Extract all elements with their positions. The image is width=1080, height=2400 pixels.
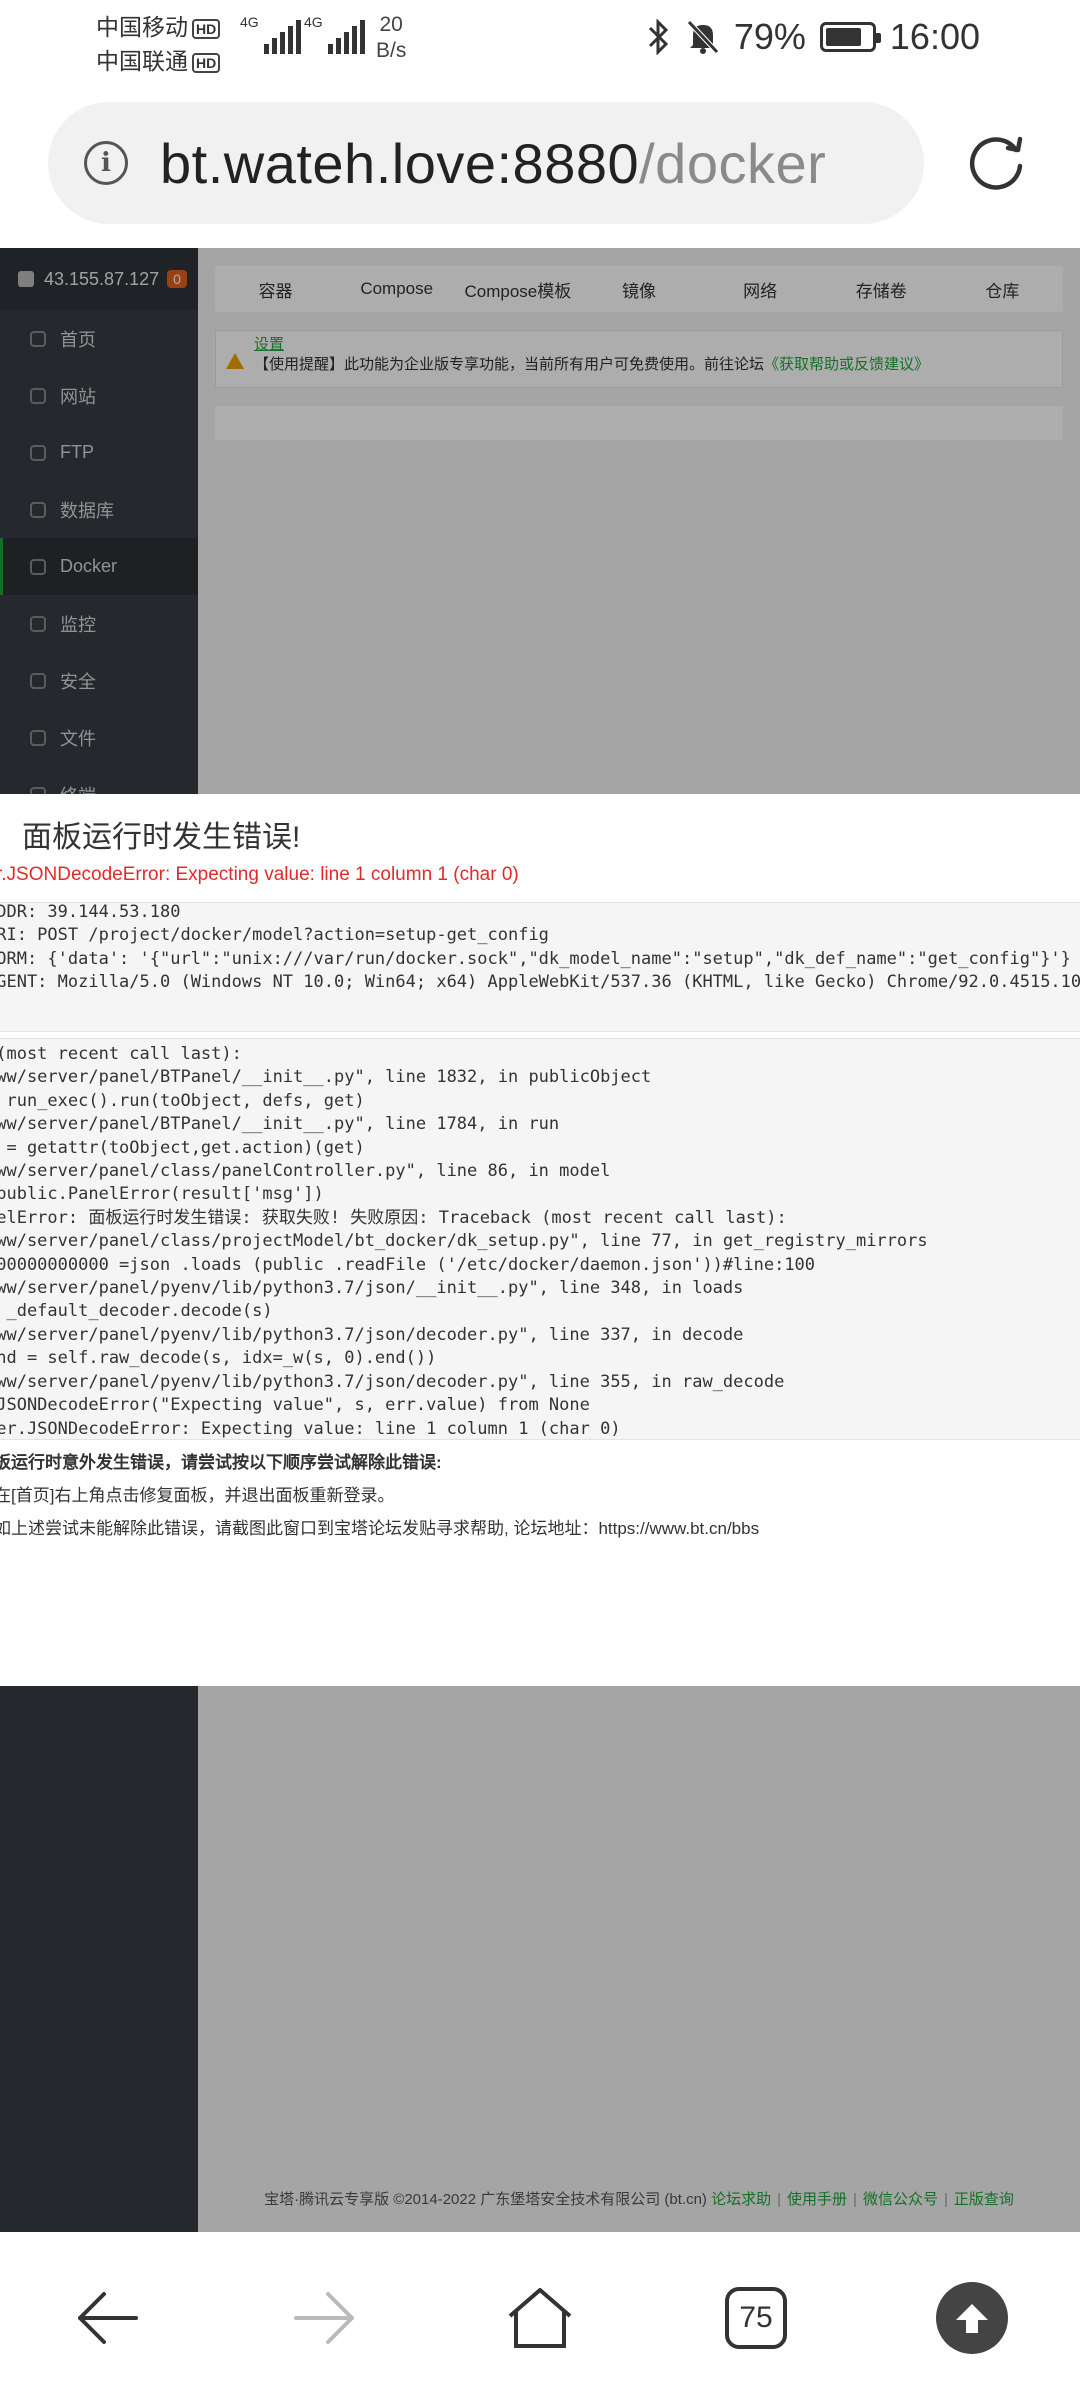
net-speed-value: 20 — [379, 13, 403, 36]
url-path: /docker — [639, 131, 827, 195]
bluetooth-icon — [648, 19, 668, 55]
request-info: ADDR: 39.144.53.180 URI: POST /project/do… — [0, 902, 1080, 1032]
trace-line: public.PanelError(result['msg']) — [0, 1184, 324, 1205]
clock: 16:00 — [889, 16, 980, 57]
trace-line: www/server/panel/pyenv/lib/python3.7/jso… — [0, 1278, 744, 1299]
trace-line: t = getattr(toObject,get.action)(get) — [0, 1137, 365, 1158]
error-subtitle: r.JSONDecodeError: Expecting value: line… — [0, 864, 519, 885]
trace-line: www/server/panel/pyenv/lib/python3.7/jso… — [0, 1324, 744, 1345]
home-button[interactable] — [500, 2278, 580, 2358]
forward-icon — [294, 2292, 354, 2344]
tip-2: 如上述尝试未能解除此错误，请截图此窗口到宝塔论坛发贴寻求帮助, 论坛地址：htt… — [0, 1519, 760, 1538]
trace-line: der.JSONDecodeError: Expecting value: li… — [0, 1418, 621, 1439]
trace-line: www/server/panel/class/panelController.p… — [0, 1161, 611, 1182]
url-text[interactable]: bt.wateh.love:8880/docker — [160, 131, 826, 196]
forward-button[interactable] — [284, 2278, 364, 2358]
info-icon[interactable]: i — [84, 141, 128, 185]
tips-heading: 板运行时意外发生错误，请尝试按以下顺序尝试解除此错误: — [0, 1453, 442, 1472]
browser-nav-bar: 75 — [0, 2232, 1080, 2400]
back-button[interactable] — [68, 2278, 148, 2358]
network-type-2: 4G — [304, 14, 323, 30]
home-icon — [508, 2288, 572, 2348]
trace-line: end = self.raw_decode(s, idx=_w(s, 0).en… — [0, 1348, 437, 1369]
carrier-2-name: 中国联通 — [96, 48, 188, 74]
request-line: AGENT: Mozilla/5.0 (Windows NT 10.0; Win… — [0, 972, 1080, 993]
trace-line: (most recent call last): — [0, 1044, 242, 1064]
trace-line: 000000000000 =json .loads (public .readF… — [0, 1254, 816, 1275]
network-type-1: 4G — [240, 14, 259, 30]
net-speed: 20 B/s — [376, 12, 406, 64]
battery-percent: 79% — [733, 16, 806, 57]
tabs-button[interactable]: 75 — [716, 2278, 796, 2358]
trace-line: www/server/panel/BTPanel/__init__.py", l… — [0, 1067, 652, 1088]
web-content: 43.155.87.127 0 首页网站FTP数据库Docker监控安全文件终端… — [0, 248, 1080, 2232]
carrier-1: 中国移动 HD — [96, 8, 221, 42]
trace-line: n run_exec().run(toObject, defs, get) — [0, 1090, 365, 1111]
error-title: 面板运行时发生错误! — [22, 821, 301, 854]
address-bar[interactable]: i bt.wateh.love:8880/docker — [48, 102, 924, 224]
request-line: FORM: {'data': '{"url":"unix:///var/run/… — [0, 948, 1071, 969]
trace-line: www/server/panel/pyenv/lib/python3.7/jso… — [0, 1371, 785, 1392]
tabs-icon: 75 — [725, 2287, 787, 2349]
net-speed-unit: B/s — [376, 39, 407, 62]
reload-icon[interactable] — [964, 130, 1028, 194]
request-info-text: ADDR: 39.144.53.180 URI: POST /project/do… — [0, 902, 1080, 995]
battery-icon — [819, 22, 881, 52]
scroll-up-icon — [936, 2282, 1008, 2354]
trace-line: n _default_decoder.decode(s) — [0, 1301, 273, 1322]
tip-1: 在[首页]右上角点击修复面板，并退出面板重新登录。 — [0, 1486, 395, 1505]
url-host: bt.wateh.love:8880 — [160, 131, 640, 195]
request-line: ADDR: 39.144.53.180 — [0, 902, 181, 922]
carrier-1-name: 中国移动 — [96, 14, 188, 40]
error-dialog: 面板运行时发生错误! r.JSONDecodeError: Expecting … — [0, 794, 1080, 1686]
trace-line: www/server/panel/class/projectModel/bt_d… — [0, 1231, 928, 1252]
back-icon — [78, 2292, 138, 2344]
trace-line: nelError: 面板运行时发生错误: 获取失败! 失败原因: Traceba… — [0, 1207, 787, 1228]
hd-badge: HD — [192, 18, 221, 39]
error-tips: 板运行时意外发生错误，请尝试按以下顺序尝试解除此错误: 在[首页]右上角点击修复… — [0, 1448, 759, 1539]
signal-icon: 4G — [304, 14, 365, 54]
traceback-text: (most recent call last): www/server/panel… — [0, 1043, 928, 1439]
signal-icon: 4G — [240, 14, 301, 54]
request-line: URI: POST /project/docker/model?action=s… — [0, 925, 549, 946]
status-icons: 79% 16:00 — [646, 16, 980, 58]
battery-fill — [825, 28, 861, 46]
hd-badge: HD — [192, 52, 221, 73]
trace-line: JSONDecodeError("Expecting value", s, er… — [0, 1395, 590, 1416]
traceback: (most recent call last): www/server/panel… — [0, 1038, 1080, 1440]
status-bar: 中国移动 HD 中国联通 HD 4G 4G 20 B/s 79% 16:00 — [0, 0, 1080, 80]
carrier-2: 中国联通 HD — [96, 42, 221, 76]
trace-line: www/server/panel/BTPanel/__init__.py", l… — [0, 1114, 560, 1135]
scroll-up-button[interactable] — [932, 2278, 1012, 2358]
mute-bell-icon — [687, 20, 719, 54]
